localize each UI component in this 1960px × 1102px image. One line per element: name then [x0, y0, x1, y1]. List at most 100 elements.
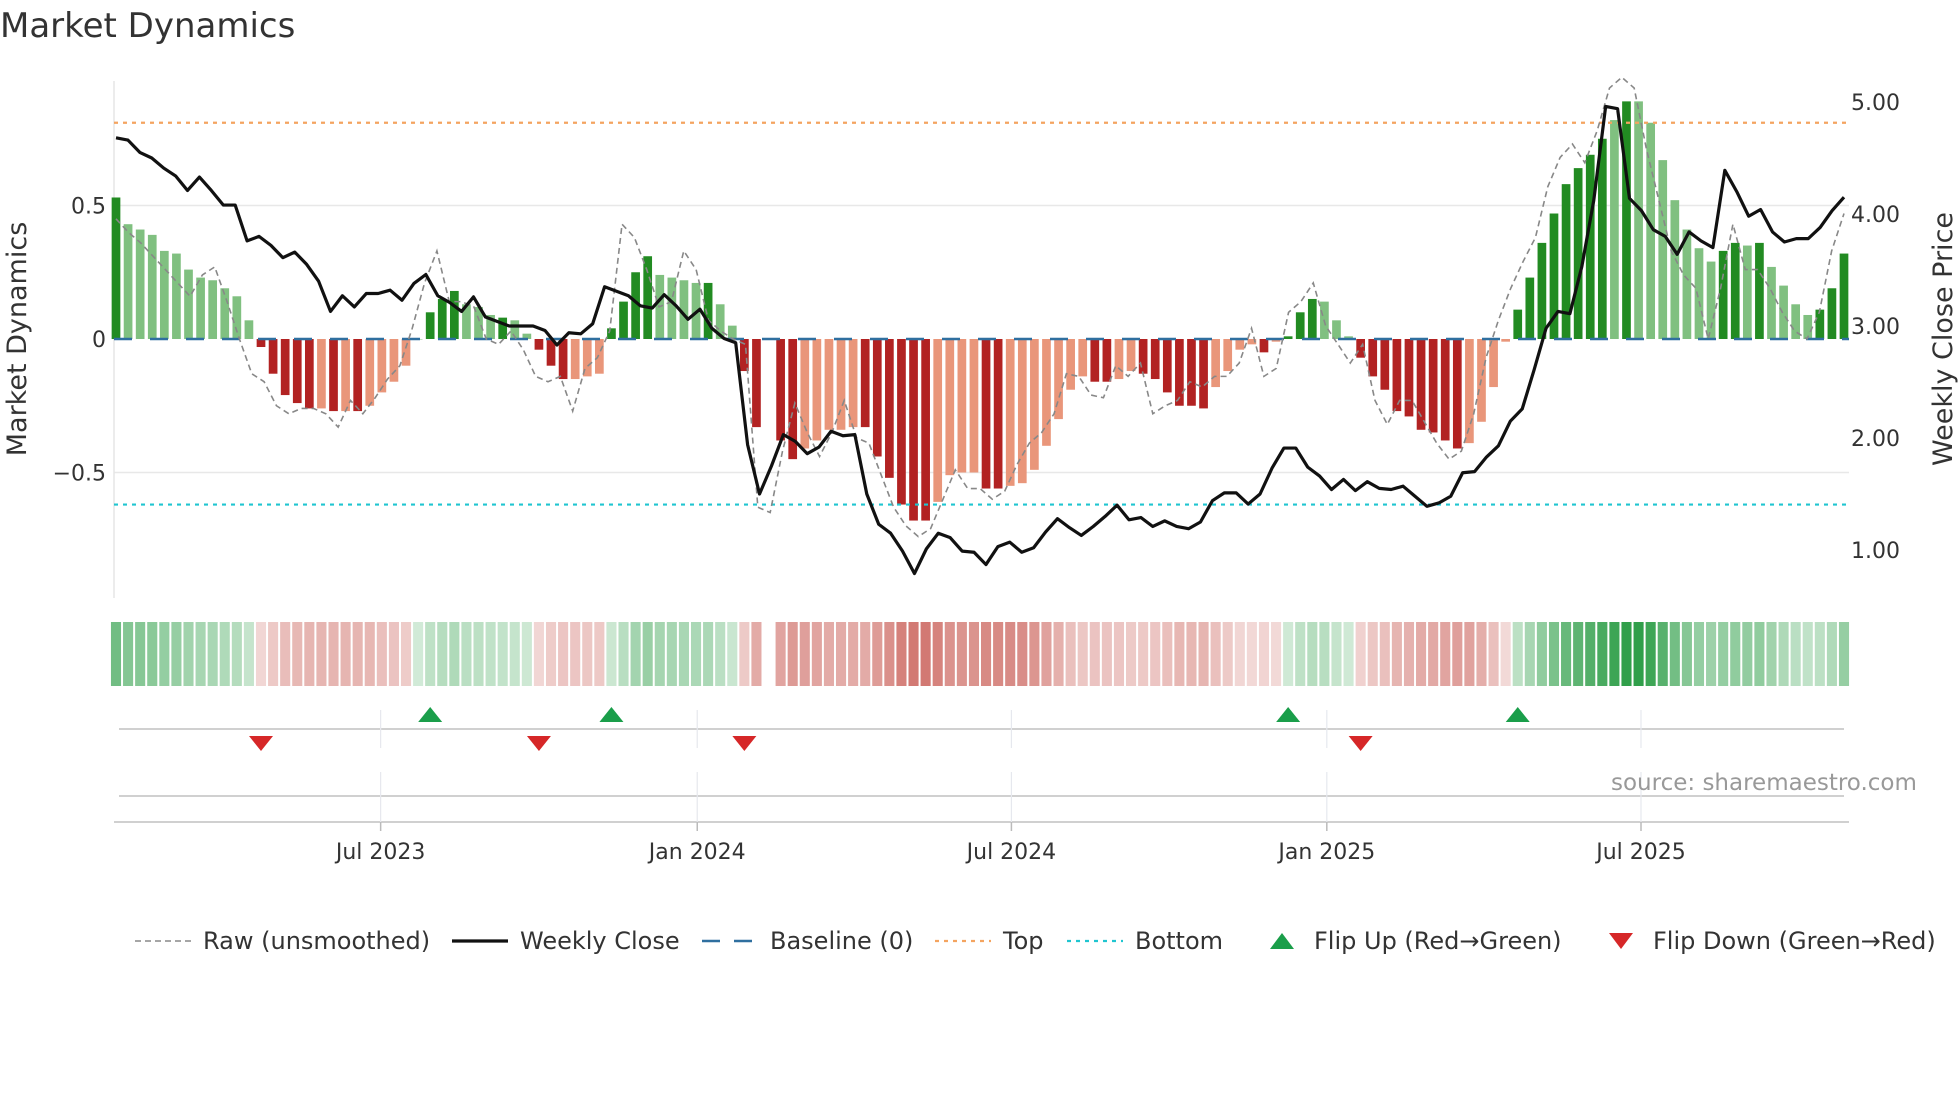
heat-strip-cell [1198, 622, 1209, 686]
bar [1670, 200, 1680, 339]
bar [329, 339, 338, 412]
heat-strip-cell [606, 622, 617, 686]
legend: Raw (unsmoothed) Weekly Close Baseline (0)… [0, 924, 1960, 958]
bar [595, 339, 604, 374]
heat-strip-cell [1585, 622, 1596, 686]
bar [812, 339, 822, 441]
heat-strip-cell [787, 622, 798, 686]
heat-strip-cell [981, 622, 992, 686]
bar [1465, 339, 1474, 444]
heat-strip-cell [413, 622, 424, 686]
heat-strip-cell [1174, 622, 1185, 686]
bar [1114, 339, 1124, 380]
bar [1090, 339, 1100, 382]
heat-strip-cell [799, 622, 810, 686]
bar [558, 339, 568, 380]
flip-up-marker [418, 707, 443, 722]
heat-strip-cell [1621, 622, 1632, 686]
bar [280, 339, 290, 396]
heat-strip-cell [1536, 622, 1547, 686]
bar [1803, 314, 1813, 339]
heat-strip-cell [1403, 622, 1415, 686]
bar [1694, 248, 1704, 339]
heat-strip-cell [811, 622, 822, 686]
heat-strip-cell [1500, 622, 1511, 686]
heat-strip-cell [932, 622, 943, 686]
bar [1573, 168, 1583, 339]
heat-strip-cell [956, 622, 967, 686]
flip-up-marker [1276, 707, 1301, 722]
legend-item-raw: Raw (unsmoothed) [135, 924, 430, 958]
heat-strip-cell [509, 622, 520, 686]
heat-strip-cell [497, 622, 508, 686]
bar [1440, 339, 1450, 441]
heat-strip-cell [1548, 622, 1560, 686]
y-right-tick-label: 2.00 [1851, 427, 1900, 452]
bar [449, 290, 459, 339]
heat-strip-cell [1029, 622, 1040, 686]
heat-strip-cell [1126, 622, 1137, 686]
bar [1730, 242, 1740, 339]
heat-strip-cell [352, 622, 363, 686]
bar [292, 339, 302, 404]
heat-strip-cell [1343, 622, 1354, 686]
heat-strip-cell [751, 622, 762, 686]
heat-strip-cell [1838, 622, 1850, 686]
heat-strip-cell [135, 622, 146, 686]
bar [1404, 339, 1414, 417]
heat-strip-cell [545, 622, 557, 686]
heat-strip-cell [1210, 622, 1221, 686]
top-legend-symbol-icon [935, 939, 991, 943]
legend-label: Flip Up (Red→Green) [1314, 927, 1562, 955]
heat-strip-cell [1669, 622, 1680, 686]
bar [933, 339, 943, 502]
heat-strip-cell [1283, 622, 1294, 686]
heat-strip-cell [1826, 622, 1837, 686]
heat-strip-cell [461, 622, 472, 686]
legend-item-close: Weekly Close [452, 924, 680, 958]
bar [1742, 245, 1752, 339]
heat-strip-cell [219, 622, 230, 686]
heat-strip-cell [340, 622, 351, 686]
heat-strip-cell [1512, 622, 1523, 686]
bar [377, 339, 387, 393]
source-credit: source: sharemaestro.com [1611, 770, 1917, 796]
heat-strip-cell [1524, 622, 1535, 686]
bar [897, 339, 906, 505]
bar [1779, 285, 1788, 339]
heat-strip-cell [437, 622, 448, 686]
heat-strip-cell [207, 622, 218, 686]
bar [619, 301, 628, 339]
bar [1610, 120, 1619, 339]
heat-strip-cell [388, 622, 399, 686]
bar [1199, 339, 1208, 409]
bar [1839, 253, 1849, 339]
bar [1718, 250, 1728, 339]
heat-strip-cell [618, 622, 629, 686]
heat-strip-cell [473, 622, 484, 686]
bar [365, 339, 375, 406]
y-right-tick-label: 5.00 [1851, 91, 1900, 116]
y-right-tick-label: 4.00 [1851, 203, 1900, 228]
heat-strip-cell [1597, 622, 1608, 686]
heat-strip-cell [268, 622, 279, 686]
bar [945, 339, 955, 476]
heat-strip-cell [255, 622, 267, 686]
bar [147, 234, 157, 339]
heat-strip-cell [376, 622, 387, 686]
heat-strip-cell [1222, 622, 1233, 686]
bar [1126, 339, 1136, 372]
heat-strip-cell [1295, 622, 1306, 686]
bar [1537, 242, 1547, 339]
bar [1452, 339, 1462, 449]
heat-strip-cell [1113, 622, 1125, 686]
bar [1078, 339, 1088, 377]
baseline-legend-symbol-icon [702, 939, 758, 943]
bar [993, 339, 1003, 489]
heat-strip-cell [715, 622, 726, 686]
heat-strip-cell [1162, 622, 1173, 686]
bar [607, 328, 616, 339]
legend-label: Weekly Close [520, 927, 680, 955]
heat-strip-cell [739, 622, 750, 686]
bar [1767, 266, 1776, 339]
